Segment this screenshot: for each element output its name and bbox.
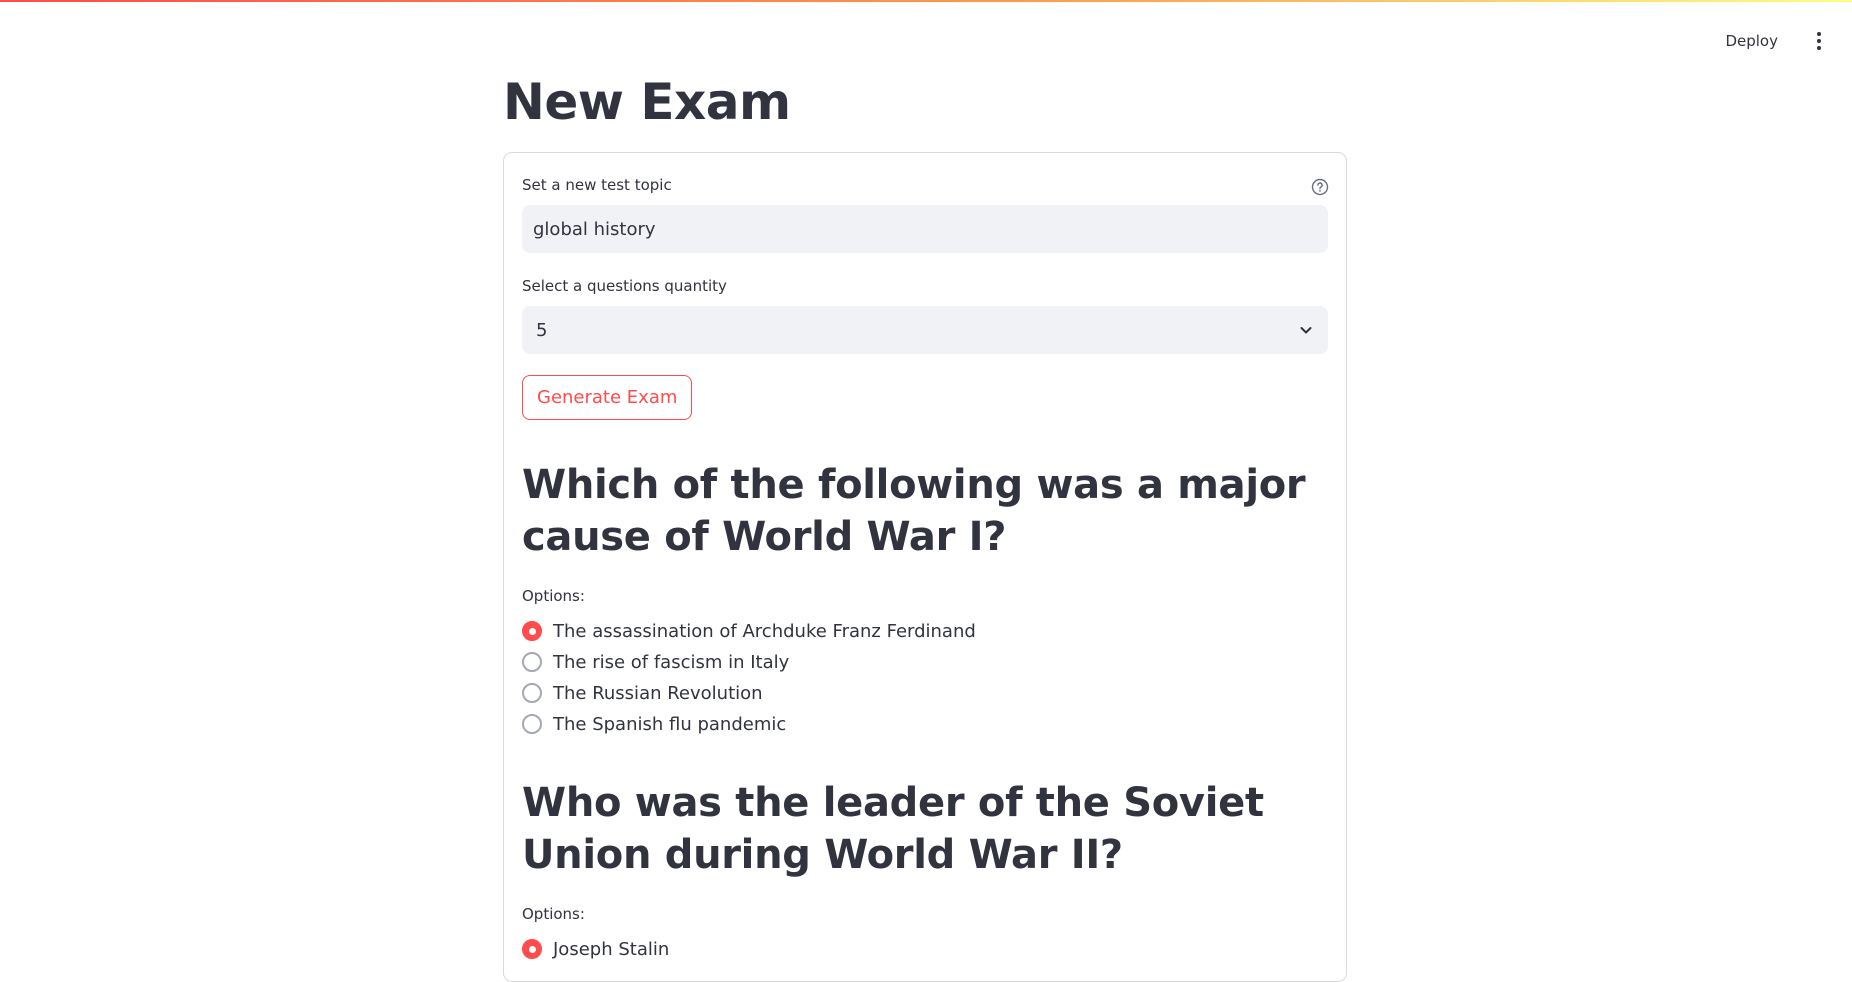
topic-input[interactable] [522,205,1328,253]
page-title: New Exam [503,73,791,131]
radio-option-label: The rise of fascism in Italy [553,651,790,673]
radio-unselected-icon[interactable] [522,683,542,703]
radio-option[interactable]: The rise of fascism in Italy [522,650,789,674]
quantity-selected-value: 5 [536,319,548,341]
generate-exam-button[interactable]: Generate Exam [522,375,693,420]
options-label: Options: [522,587,585,605]
header-toolbar: Deploy [1715,28,1828,54]
radio-option-label: The assassination of Archduke Franz Ferd… [553,620,976,642]
radio-unselected-icon[interactable] [522,714,542,734]
vertical-ellipsis-icon[interactable] [1810,28,1828,54]
question-circle-icon[interactable] [1311,178,1329,196]
deploy-button[interactable]: Deploy [1715,28,1788,54]
topic-label: Set a new test topic [522,176,672,194]
radio-option-label: Joseph Stalin [553,938,670,960]
exam-form: Set a new test topic Select a questions … [503,152,1347,982]
question-heading: Which of the following was a major cause… [522,462,1306,560]
radio-option[interactable]: Joseph Stalin [522,937,669,961]
chevron-down-icon [1300,327,1312,334]
options-label: Options: [522,905,585,923]
radio-option-label: The Russian Revolution [553,682,763,704]
radio-option[interactable]: The assassination of Archduke Franz Ferd… [522,619,976,643]
quantity-select[interactable]: 5 [522,306,1328,354]
radio-option[interactable]: The Russian Revolution [522,681,763,705]
radio-selected-icon[interactable] [522,939,542,959]
radio-option-label: The Spanish flu pandemic [553,713,787,735]
quantity-label: Select a questions quantity [522,277,727,295]
radio-option[interactable]: The Spanish flu pandemic [522,712,786,736]
radio-selected-icon[interactable] [522,621,542,641]
top-decoration-bar [0,0,1852,2]
question-heading: Who was the leader of the Soviet Union d… [522,780,1264,878]
radio-unselected-icon[interactable] [522,652,542,672]
